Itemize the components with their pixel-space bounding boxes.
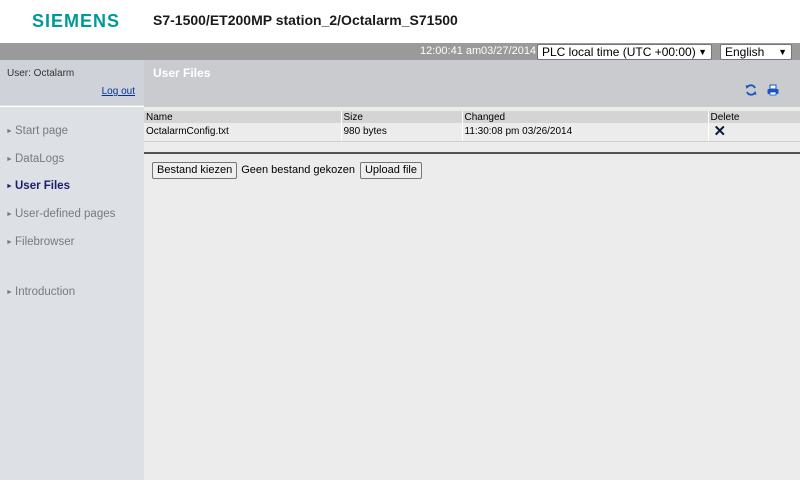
siemens-logo: SIEMENS bbox=[32, 11, 121, 31]
user-label: User: Octalarm bbox=[7, 68, 75, 79]
chevron-down-icon: ▼ bbox=[778, 47, 787, 57]
print-icon[interactable] bbox=[766, 83, 780, 97]
clock-time: 12:00:41 am bbox=[420, 45, 482, 57]
file-delete-cell: ✕ bbox=[707, 123, 800, 142]
arrow-right-icon: ► bbox=[6, 289, 13, 296]
upload-row: Bestand kiezen Geen bestand gekozen Uplo… bbox=[152, 161, 422, 179]
main-content: User Files Name Size Changed Delete Octa… bbox=[144, 60, 800, 480]
arrow-right-icon: ► bbox=[6, 211, 13, 218]
sidebar-item-introduction[interactable]: ► Introduction bbox=[6, 286, 75, 298]
timezone-select[interactable]: PLC local time (UTC +00:00) ▼ bbox=[537, 44, 712, 60]
choose-file-button[interactable]: Bestand kiezen bbox=[152, 161, 238, 179]
main-header: User Files bbox=[144, 60, 800, 107]
arrow-right-icon: ► bbox=[6, 128, 13, 135]
column-header-changed[interactable]: Changed bbox=[461, 111, 708, 123]
chevron-down-icon: ▼ bbox=[698, 47, 707, 57]
arrow-right-icon: ► bbox=[6, 156, 13, 163]
sidebar-item-label: DataLogs bbox=[15, 153, 65, 165]
sidebar-item-datalogs[interactable]: ► DataLogs bbox=[6, 153, 64, 165]
column-header-size[interactable]: Size bbox=[340, 111, 462, 123]
file-name-cell[interactable]: OctalarmConfig.txt bbox=[144, 123, 341, 142]
top-status-bar: 12:00:41 am 03/27/2014 PLC local time (U… bbox=[0, 43, 800, 60]
no-file-chosen-label: Geen bestand gekozen bbox=[241, 164, 355, 176]
logout-link[interactable]: Log out bbox=[102, 86, 135, 97]
user-files-table: Name Size Changed Delete OctalarmConfig.… bbox=[144, 111, 800, 142]
sidebar-item-filebrowser[interactable]: ► Filebrowser bbox=[6, 236, 74, 248]
clock-date: 03/27/2014 bbox=[481, 45, 537, 57]
sidebar-divider bbox=[0, 106, 144, 107]
arrow-right-icon: ► bbox=[6, 239, 13, 246]
sidebar-item-label: Filebrowser bbox=[15, 236, 75, 248]
timezone-select-value: PLC local time (UTC +00:00) bbox=[542, 45, 696, 59]
sidebar-item-label: Introduction bbox=[15, 286, 76, 298]
sidebar-item-user-defined-pages[interactable]: ► User-defined pages bbox=[6, 208, 115, 220]
sidebar-item-label: User Files bbox=[15, 180, 70, 192]
table-row: OctalarmConfig.txt 980 bytes 11:30:08 pm… bbox=[144, 123, 800, 142]
file-changed-cell: 11:30:08 pm 03/26/2014 bbox=[461, 123, 708, 142]
upload-file-button[interactable]: Upload file bbox=[359, 161, 422, 179]
page-title: User Files bbox=[153, 66, 211, 80]
table-divider bbox=[144, 152, 800, 154]
refresh-icon[interactable] bbox=[744, 83, 758, 97]
sidebar: User: Octalarm Log out ► Start page ► Data… bbox=[0, 60, 144, 480]
delete-icon[interactable]: ✕ bbox=[714, 124, 727, 139]
column-header-name[interactable]: Name bbox=[144, 111, 341, 123]
column-header-delete: Delete bbox=[707, 111, 800, 123]
language-select-value: English bbox=[725, 45, 765, 59]
station-title: S7-1500/ET200MP station_2/Octalarm_S7150… bbox=[153, 12, 458, 28]
user-box: User: Octalarm Log out bbox=[0, 60, 144, 105]
sidebar-item-user-files[interactable]: ► User Files bbox=[6, 180, 70, 192]
header: SIEMENS S7-1500/ET200MP station_2/Octala… bbox=[0, 0, 800, 43]
language-select[interactable]: English ▼ bbox=[720, 44, 792, 60]
file-size-cell: 980 bytes bbox=[340, 123, 462, 142]
sidebar-item-start-page[interactable]: ► Start page bbox=[6, 125, 68, 137]
table-header-row: Name Size Changed Delete bbox=[144, 111, 800, 123]
arrow-right-icon: ► bbox=[6, 183, 13, 190]
sidebar-item-label: Start page bbox=[15, 125, 69, 137]
sidebar-item-label: User-defined pages bbox=[15, 208, 116, 220]
